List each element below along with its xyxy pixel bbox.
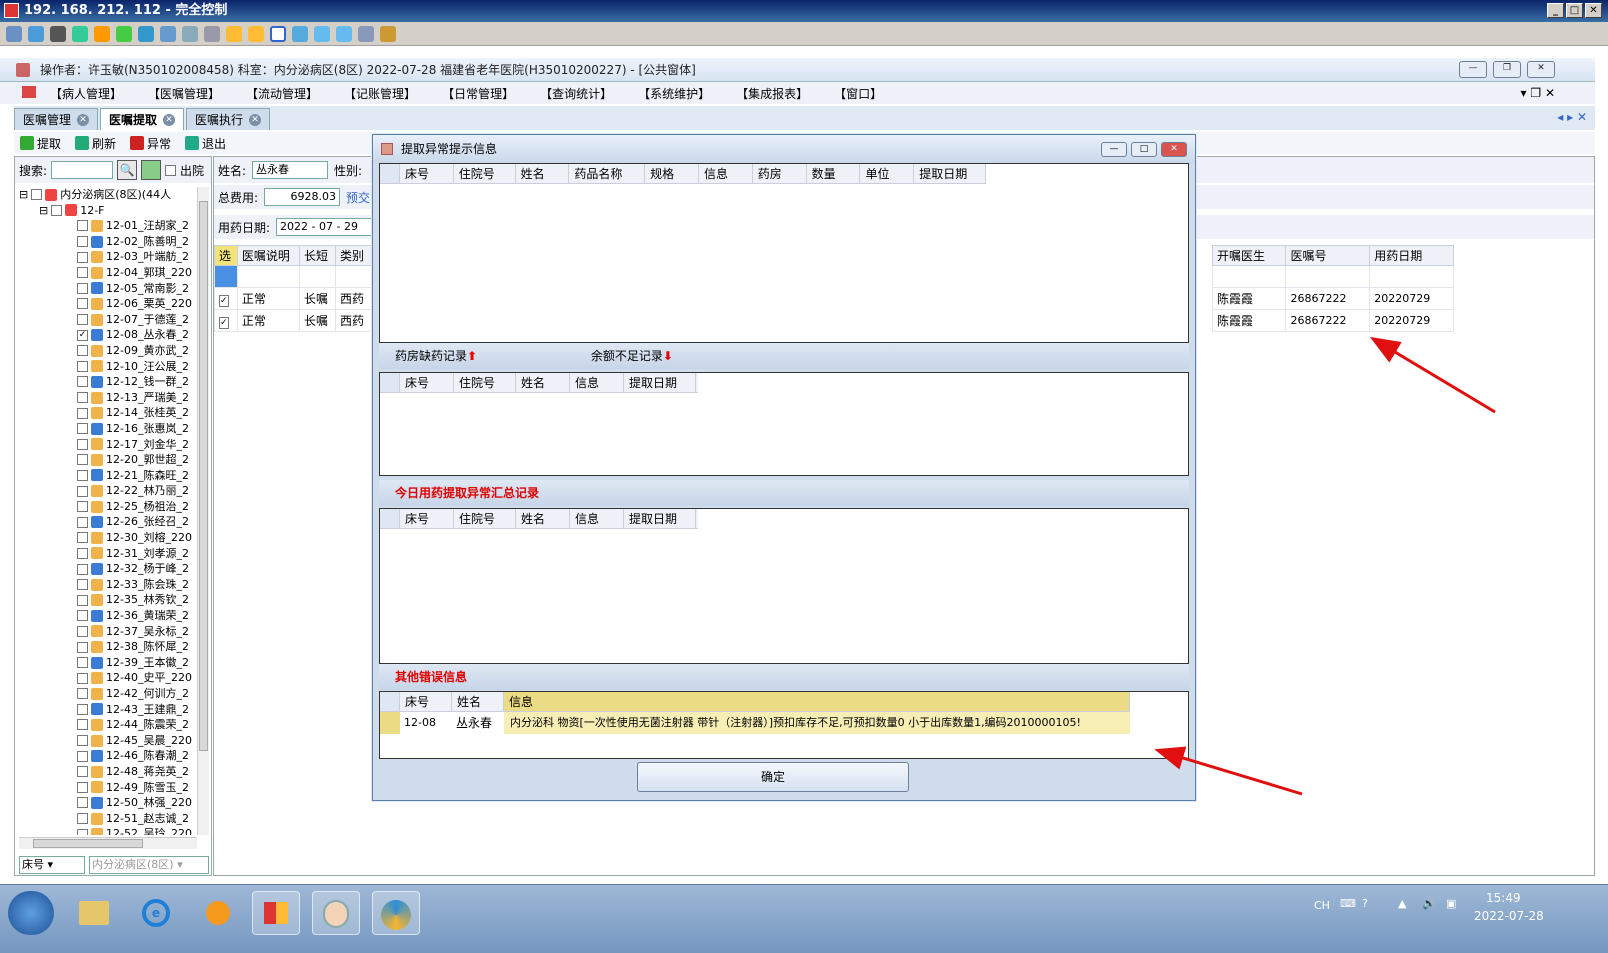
clock-date[interactable]: 2022-07-28 (1474, 909, 1544, 923)
keyboard-icon[interactable]: ⌨ (1340, 897, 1356, 910)
help-icon[interactable]: ? (1362, 897, 1368, 910)
arrow-to-error-info (1154, 746, 1303, 796)
ie-icon[interactable]: e (132, 891, 180, 935)
network-icon[interactable]: ▣ (1446, 897, 1456, 910)
start-button[interactable] (8, 891, 54, 935)
explorer-icon[interactable] (70, 891, 118, 935)
sync-app-taskbar-icon[interactable] (372, 891, 420, 935)
his-app-taskbar-icon[interactable] (312, 891, 360, 935)
volume-icon[interactable]: 🔊 (1422, 897, 1436, 910)
clock-time[interactable]: 15:49 (1486, 891, 1521, 905)
system-tray: CH ⌨ ? ▲ 🔊 ▣ 15:49 2022-07-28 (1288, 885, 1608, 953)
media-player-icon[interactable] (194, 891, 242, 935)
remote-app-taskbar-icon[interactable] (252, 891, 300, 935)
annotation-arrows (1154, 336, 1496, 796)
input-language[interactable]: CH (1314, 899, 1330, 912)
arrow-to-order-no (1369, 336, 1496, 414)
show-hidden-icon[interactable]: ▲ (1398, 897, 1406, 910)
taskbar: e CH ⌨ ? ▲ 🔊 ▣ 15:49 2022-07-28 (0, 884, 1608, 953)
